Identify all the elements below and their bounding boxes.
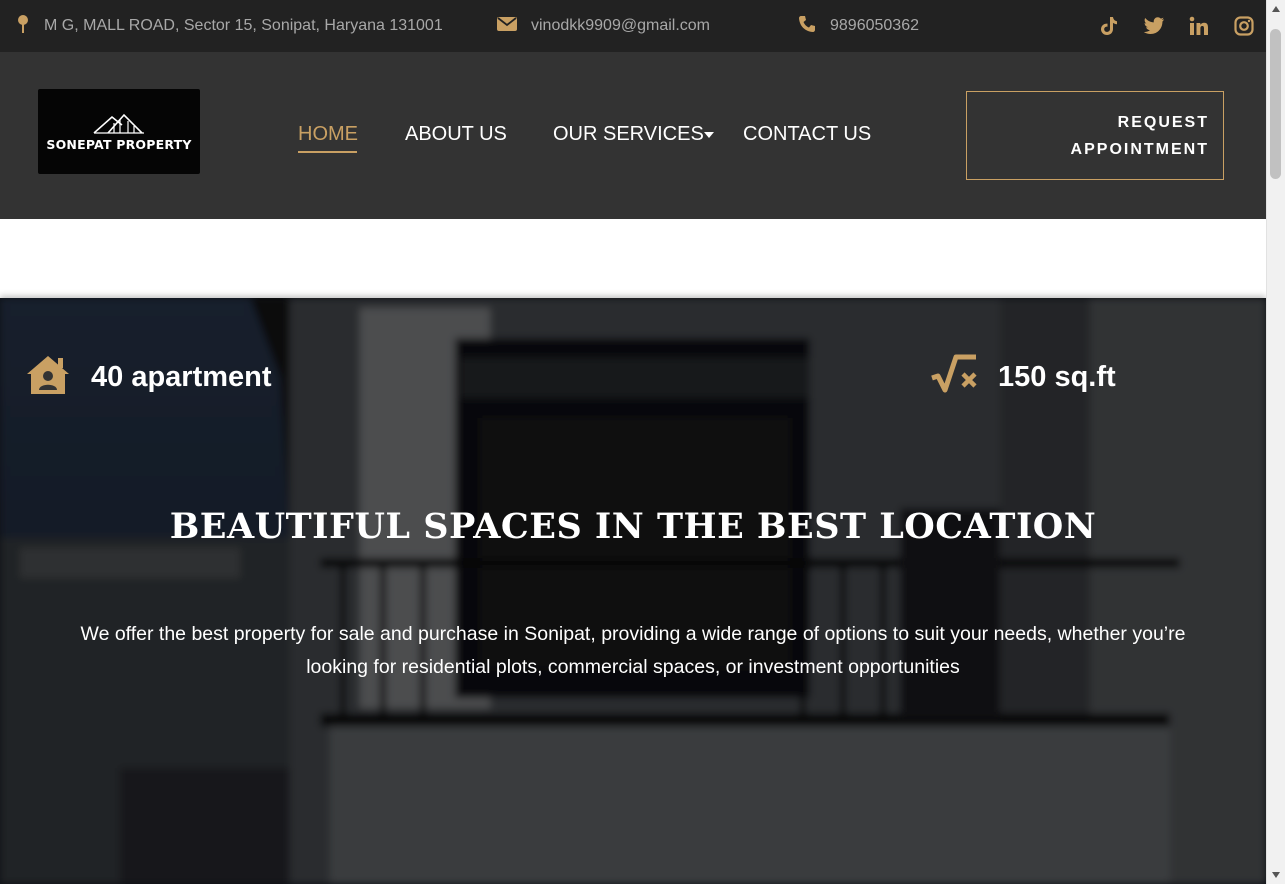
email-info[interactable]: vinodkk9909@gmail.com [497, 0, 710, 52]
scrollbar-thumb[interactable] [1270, 29, 1281, 179]
social-links [1086, 0, 1266, 52]
nav-active-underline [298, 151, 357, 153]
tiktok-icon[interactable] [1086, 0, 1131, 52]
top-info-bar: M G, MALL ROAD, Sector 15, Sonipat, Hary… [0, 0, 1266, 52]
cta-line2: APPOINTMENT [1070, 140, 1209, 158]
page-scrollbar[interactable] [1266, 0, 1285, 884]
hero-title: BEAUTIFUL SPACES IN THE BEST LOCATION [169, 506, 1097, 547]
address-info: M G, MALL ROAD, Sector 15, Sonipat, Hary… [16, 0, 443, 52]
nav-contact[interactable]: CONTACT US [743, 123, 871, 146]
logo-text: SONEPAT PROPERTY [46, 137, 192, 152]
phone-text[interactable]: 9896050362 [830, 17, 919, 35]
envelope-icon [497, 16, 531, 37]
logo[interactable]: SONEPAT PROPERTY [38, 89, 200, 174]
house-user-icon [25, 354, 71, 401]
map-pin-icon [16, 14, 44, 39]
house-roof-logo-icon [93, 113, 144, 134]
scroll-up-arrow-icon[interactable] [1272, 6, 1280, 12]
email-text[interactable]: vinodkk9909@gmail.com [531, 17, 710, 35]
square-root-icon [930, 354, 978, 401]
scroll-down-arrow-icon[interactable] [1272, 872, 1280, 878]
request-appointment-button[interactable]: REQUEST APPOINTMENT [966, 91, 1224, 180]
site-header: SONEPAT PROPERTY HOME ABOUT US OUR SERVI… [0, 52, 1266, 219]
twitter-icon[interactable] [1131, 0, 1176, 52]
address-text: M G, MALL ROAD, Sector 15, Sonipat, Hary… [44, 17, 443, 34]
cta-line1: REQUEST [1117, 113, 1209, 131]
area-stat-text: 150 sq.ft [998, 361, 1116, 393]
phone-icon [798, 15, 830, 38]
phone-info[interactable]: 9896050362 [798, 0, 919, 52]
nav-about[interactable]: ABOUT US [405, 123, 507, 146]
apartments-stat-text: 40 apartment [91, 361, 272, 393]
hero-section: 40 apartment 150 sq.ft BEAUTIFUL SPACES … [0, 298, 1266, 884]
nav-services[interactable]: OUR SERVICES [553, 123, 704, 146]
linkedin-icon[interactable] [1176, 0, 1221, 52]
chevron-down-icon[interactable] [704, 132, 714, 138]
instagram-icon[interactable] [1221, 0, 1266, 52]
hero-description: We offer the best property for sale and … [80, 623, 1186, 678]
apartments-stat: 40 apartment [25, 354, 272, 401]
area-stat: 150 sq.ft [930, 354, 1116, 401]
nav-home[interactable]: HOME [298, 123, 358, 146]
